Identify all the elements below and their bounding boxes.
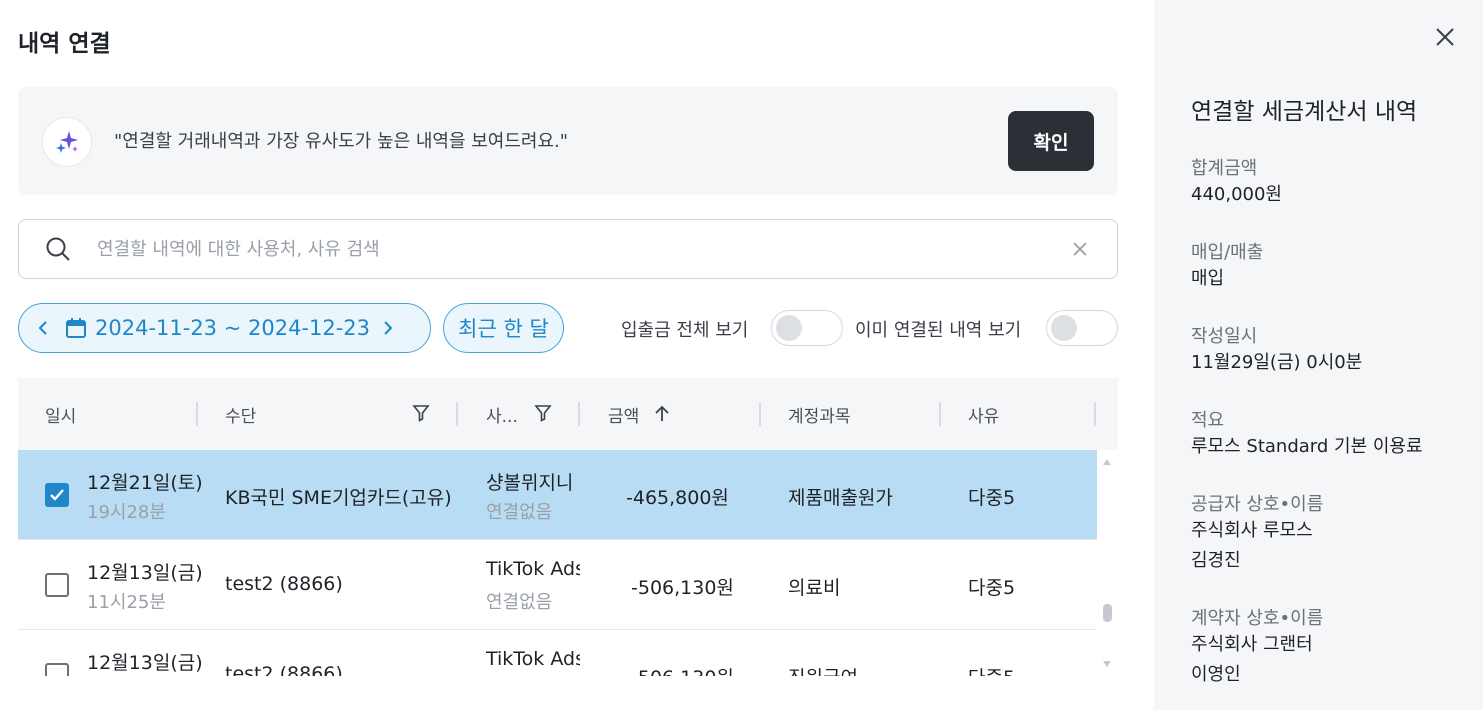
column-divider[interactable] [1094, 402, 1096, 426]
scrollbar-track [1103, 459, 1112, 667]
row-method: test2 (8866) [225, 573, 343, 595]
field-value-secondary: 김경진 [1191, 550, 1241, 571]
row-reason: 다중5 [968, 577, 1016, 599]
row-time: 19시28분 [87, 502, 166, 523]
table-row[interactable]: 12월21일(토) 19시28분 KB국민 SME기업카드(고유) 샹볼뮈지니 … [18, 450, 1097, 540]
row-checkbox[interactable] [45, 483, 69, 507]
field-value: 440,000원 [1191, 184, 1282, 205]
row-merchant: TikTok Ads [486, 558, 580, 580]
row-reason: 다중5 [968, 663, 1015, 676]
field-value: 매입 [1191, 268, 1225, 289]
row-reason: 다중5 [968, 487, 1016, 509]
header-reason[interactable]: 사유 [968, 402, 999, 427]
calendar-icon [65, 317, 87, 339]
row-account: 의료비 [788, 577, 841, 599]
toggle-knob [776, 315, 802, 341]
column-divider[interactable] [456, 402, 458, 426]
row-amount: -465,800원 [626, 487, 729, 509]
field-value: 주식회사 그랜터 [1191, 634, 1313, 655]
chevron-left-icon[interactable] [37, 320, 57, 336]
row-merchant: TikTok Ads [486, 648, 580, 670]
row-amount: -506,130원 [631, 577, 734, 599]
toggle-knob [1051, 315, 1077, 341]
table-scrollbar[interactable] [1097, 450, 1118, 676]
search-input[interactable] [97, 234, 1057, 264]
transactions-table: 일시 수단 사... 금액 계정과목 사유 12월21일(토) 19시28분 K… [18, 378, 1118, 676]
row-checkbox[interactable] [45, 663, 69, 676]
column-divider[interactable] [939, 402, 941, 426]
field-label: 공급자 상호•이름 [1191, 494, 1324, 515]
column-divider[interactable] [196, 402, 198, 426]
close-icon[interactable] [1434, 26, 1456, 52]
column-divider[interactable] [578, 402, 580, 426]
header-merchant[interactable]: 사... [486, 402, 518, 427]
clear-icon[interactable] [1071, 240, 1089, 262]
sparkle-icon [42, 117, 92, 167]
panel-title: 연결할 세금계산서 내역 [1191, 99, 1418, 125]
table-header: 일시 수단 사... 금액 계정과목 사유 [18, 378, 1118, 450]
row-method: test2 (8866) [225, 663, 343, 676]
already-linked-toggle[interactable] [1046, 310, 1118, 346]
field-value: 주식회사 루모스 [1191, 520, 1313, 541]
table-row[interactable]: 12월13일(금) 11시25분 test2 (8866) TikTok Ads… [18, 540, 1097, 630]
header-method[interactable]: 수단 [225, 402, 256, 427]
row-time: 11시25분 [87, 592, 166, 613]
row-link-status: 연결없음 [486, 502, 553, 523]
sort-ascending-icon[interactable] [654, 404, 670, 422]
row-account: 직원급여 [788, 663, 858, 676]
row-account: 제품매출원가 [788, 487, 893, 509]
row-link-status: 연결없음 [486, 592, 553, 613]
date-range-text: 2024-11-23 ~ 2024-12-23 [95, 316, 371, 340]
search-box [18, 219, 1118, 279]
page-title: 내역 연결 [18, 31, 111, 57]
field-value: 루모스 Standard 기본 이용료 [1191, 436, 1423, 457]
header-date[interactable]: 일시 [45, 402, 76, 427]
search-icon [45, 236, 71, 266]
field-value-secondary: 이영인 [1191, 664, 1241, 685]
row-date: 12월13일(금) [87, 652, 203, 674]
ai-suggestion-text: "연결할 거래내역과 가장 유사도가 높은 내역을 보여드려요." [114, 131, 569, 152]
field-label: 매입/매출 [1191, 242, 1264, 263]
filter-icon[interactable] [412, 404, 430, 422]
field-label: 적요 [1191, 410, 1225, 431]
confirm-button[interactable]: 확인 [1008, 111, 1094, 171]
row-method: KB국민 SME기업카드(고유) [225, 487, 452, 509]
filter-icon[interactable] [534, 404, 552, 422]
column-divider[interactable] [759, 402, 761, 426]
row-date: 12월13일(금) [87, 562, 203, 584]
row-date: 12월21일(토) [87, 472, 203, 494]
row-amount: -506,130원 [631, 663, 734, 676]
check-icon [50, 489, 64, 501]
field-label: 계약자 상호•이름 [1191, 608, 1324, 629]
header-account[interactable]: 계정과목 [788, 402, 851, 427]
invoice-detail-panel: 연결할 세금계산서 내역 합계금액 440,000원 매입/매출 매입 작성일시… [1154, 0, 1483, 710]
date-range-picker[interactable]: 2024-11-23 ~ 2024-12-23 [18, 303, 431, 353]
all-io-toggle[interactable] [771, 310, 843, 346]
field-label: 작성일시 [1191, 326, 1258, 347]
row-merchant: 샹볼뮈지니 [486, 472, 574, 494]
ai-suggestion-box: "연결할 거래내역과 가장 유사도가 높은 내역을 보여드려요." 확인 [18, 87, 1118, 195]
already-linked-toggle-label: 이미 연결된 내역 보기 [855, 320, 1022, 341]
row-checkbox[interactable] [45, 573, 69, 597]
header-amount[interactable]: 금액 [608, 402, 639, 427]
table-row[interactable]: 12월13일(금) test2 (8866) TikTok Ads -506,1… [18, 630, 1097, 676]
field-value: 11월29일(금) 0시0분 [1191, 352, 1363, 373]
recent-month-button[interactable]: 최근 한 달 [443, 303, 564, 353]
main-panel: 내역 연결 "연결할 거래내역과 가장 유사도가 높은 내역을 보여드려요." … [0, 0, 1154, 710]
chevron-right-icon[interactable] [382, 320, 402, 336]
field-label: 합계금액 [1191, 158, 1258, 179]
all-io-toggle-label: 입출금 전체 보기 [621, 320, 749, 341]
